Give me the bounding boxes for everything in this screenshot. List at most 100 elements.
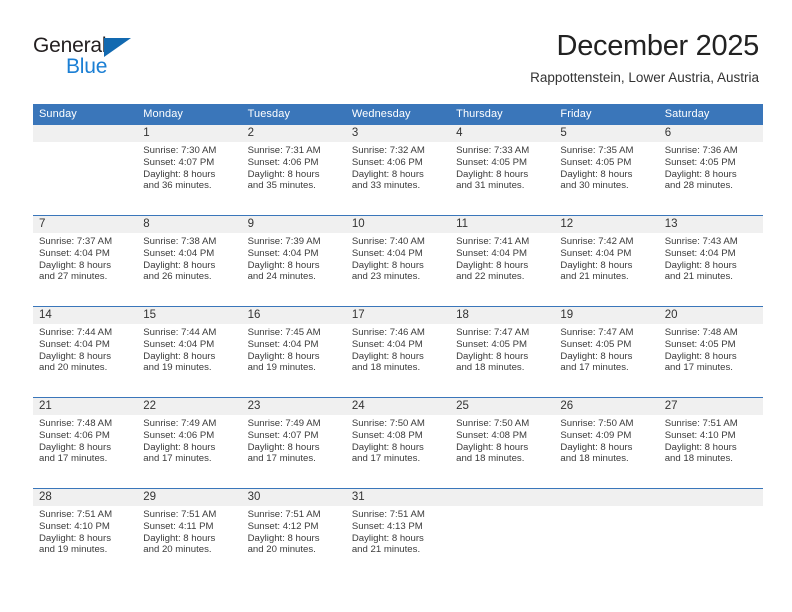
calendar-body: 1 Sunrise: 7:30 AM Sunset: 4:07 PM Daylight…	[33, 125, 763, 579]
calendar-day-cell[interactable]: 16 Sunrise: 7:45 AM Sunset: 4:04 PM Dayligh…	[241, 306, 346, 398]
calendar-day-cell[interactable]: 23 Sunrise: 7:49 AM Sunset: 4:07 PM Dayligh…	[241, 397, 346, 489]
weekday-header-saturday: Saturday	[658, 104, 763, 125]
weekday-header-sunday: Sunday	[33, 104, 138, 125]
day-details: Sunrise: 7:42 AM Sunset: 4:04 PM Daylight:…	[554, 233, 658, 283]
day-number: 6	[658, 125, 763, 142]
daylight-text-line2: and 28 minutes.	[664, 180, 733, 192]
day-details: Sunrise: 7:33 AM Sunset: 4:05 PM Daylight:…	[450, 142, 554, 192]
calendar-day-cell[interactable]: 4 Sunrise: 7:33 AM Sunset: 4:05 PM Daylight…	[450, 125, 555, 216]
day-number: 30	[241, 489, 346, 506]
sunset-text: Sunset: 4:04 PM	[560, 247, 632, 259]
day-cell-inner: 24 Sunrise: 7:50 AM Sunset: 4:08 PM Dayligh…	[345, 398, 451, 488]
calendar-header-row: Sunday Monday Tuesday Wednesday Thursday…	[33, 104, 763, 125]
day-cell-inner: 9 Sunrise: 7:39 AM Sunset: 4:04 PM Daylight…	[241, 216, 346, 306]
calendar-day-cell[interactable]: 24 Sunrise: 7:50 AM Sunset: 4:08 PM Dayligh…	[345, 397, 451, 489]
day-number: 12	[554, 216, 659, 233]
calendar-day-cell[interactable]: 10 Sunrise: 7:40 AM Sunset: 4:04 PM Dayligh…	[345, 215, 451, 307]
daylight-text-line2: and 35 minutes.	[247, 180, 316, 192]
day-number: 24	[345, 398, 451, 415]
calendar-day-cell[interactable]: 5 Sunrise: 7:35 AM Sunset: 4:05 PM Daylight…	[554, 125, 659, 216]
calendar-day-cell[interactable]: 15 Sunrise: 7:44 AM Sunset: 4:04 PM Dayligh…	[137, 306, 242, 398]
sunrise-text: Sunrise: 7:43 AM	[664, 236, 738, 247]
calendar-day-cell[interactable]: 8 Sunrise: 7:38 AM Sunset: 4:04 PM Daylight…	[137, 215, 242, 307]
day-cell-inner: 11 Sunrise: 7:41 AM Sunset: 4:04 PM Dayligh…	[450, 216, 555, 306]
sunrise-text: Sunrise: 7:42 AM	[560, 236, 634, 247]
calendar-day-cell[interactable]: 21 Sunrise: 7:48 AM Sunset: 4:06 PM Dayligh…	[33, 397, 138, 489]
calendar-day-cell[interactable]: 29 Sunrise: 7:51 AM Sunset: 4:11 PM Dayligh…	[137, 488, 242, 579]
calendar-day-cell[interactable]: 26 Sunrise: 7:50 AM Sunset: 4:09 PM Dayligh…	[554, 397, 659, 489]
sunset-text: Sunset: 4:04 PM	[39, 247, 110, 259]
calendar-day-cell[interactable]: 22 Sunrise: 7:49 AM Sunset: 4:06 PM Dayligh…	[137, 397, 242, 489]
calendar-day-cell[interactable]: 6 Sunrise: 7:36 AM Sunset: 4:05 PM Daylight…	[658, 125, 763, 216]
calendar-day-cell[interactable]: 20 Sunrise: 7:48 AM Sunset: 4:05 PM Dayligh…	[658, 306, 763, 398]
calendar-day-cell[interactable]: 12 Sunrise: 7:42 AM Sunset: 4:04 PM Dayligh…	[554, 215, 659, 307]
calendar-day-cell[interactable]: 14 Sunrise: 7:44 AM Sunset: 4:04 PM Dayligh…	[33, 306, 138, 398]
calendar-day-cell[interactable]: 28 Sunrise: 7:51 AM Sunset: 4:10 PM Dayligh…	[33, 488, 138, 579]
day-cell-inner: 2 Sunrise: 7:31 AM Sunset: 4:06 PM Daylight…	[241, 125, 346, 215]
daylight-text-line1: Daylight: 8 hours	[664, 350, 737, 362]
calendar-cell-empty	[33, 125, 138, 216]
sunrise-text: Sunrise: 7:48 AM	[39, 418, 113, 429]
day-cell-inner: 20 Sunrise: 7:48 AM Sunset: 4:05 PM Dayligh…	[658, 307, 763, 397]
daylight-text-line2: and 19 minutes.	[39, 544, 108, 556]
sunset-text: Sunset: 4:04 PM	[351, 338, 423, 350]
sunrise-text: Sunrise: 7:49 AM	[143, 418, 217, 429]
day-cell-inner: 16 Sunrise: 7:45 AM Sunset: 4:04 PM Dayligh…	[241, 307, 346, 397]
daylight-text-line1: Daylight: 8 hours	[560, 168, 633, 180]
calendar-week-row: 21 Sunrise: 7:48 AM Sunset: 4:06 PM Dayligh…	[33, 397, 763, 489]
day-cell-inner: 25 Sunrise: 7:50 AM Sunset: 4:08 PM Dayligh…	[450, 398, 555, 488]
day-details: Sunrise: 7:51 AM Sunset: 4:10 PM Daylight:…	[33, 506, 137, 556]
day-cell-inner	[33, 125, 138, 215]
calendar-day-cell[interactable]: 1 Sunrise: 7:30 AM Sunset: 4:07 PM Daylight…	[137, 125, 242, 216]
day-number: 26	[554, 398, 659, 415]
calendar-day-cell[interactable]: 13 Sunrise: 7:43 AM Sunset: 4:04 PM Dayligh…	[658, 215, 763, 307]
calendar-cell-empty	[554, 488, 659, 579]
day-details: Sunrise: 7:47 AM Sunset: 4:05 PM Daylight:…	[554, 324, 658, 374]
daylight-text-line1: Daylight: 8 hours	[560, 259, 633, 271]
calendar-day-cell[interactable]: 25 Sunrise: 7:50 AM Sunset: 4:08 PM Dayligh…	[450, 397, 555, 489]
daylight-text-line1: Daylight: 8 hours	[351, 259, 424, 271]
calendar-week-row: 7 Sunrise: 7:37 AM Sunset: 4:04 PM Daylight…	[33, 215, 763, 307]
day-details: Sunrise: 7:49 AM Sunset: 4:07 PM Daylight:…	[242, 415, 346, 465]
sunrise-text: Sunrise: 7:41 AM	[456, 236, 530, 247]
calendar-day-cell[interactable]: 19 Sunrise: 7:47 AM Sunset: 4:05 PM Dayligh…	[554, 306, 659, 398]
calendar-day-cell[interactable]: 27 Sunrise: 7:51 AM Sunset: 4:10 PM Dayligh…	[658, 397, 763, 489]
calendar-day-cell[interactable]: 9 Sunrise: 7:39 AM Sunset: 4:04 PM Daylight…	[241, 215, 346, 307]
sunrise-text: Sunrise: 7:38 AM	[143, 236, 217, 247]
calendar-cell-empty	[450, 488, 555, 579]
day-cell-inner: 28 Sunrise: 7:51 AM Sunset: 4:10 PM Dayligh…	[33, 489, 138, 579]
day-number	[450, 489, 555, 506]
daylight-text-line1: Daylight: 8 hours	[456, 259, 529, 271]
calendar-day-cell[interactable]: 17 Sunrise: 7:46 AM Sunset: 4:04 PM Dayligh…	[345, 306, 451, 398]
sunset-text: Sunset: 4:05 PM	[456, 156, 528, 168]
sunset-text: Sunset: 4:07 PM	[247, 429, 319, 441]
day-number: 10	[345, 216, 451, 233]
sunset-text: Sunset: 4:04 PM	[247, 338, 319, 350]
sunrise-text: Sunrise: 7:49 AM	[247, 418, 321, 429]
sunset-text: Sunset: 4:06 PM	[351, 156, 423, 168]
day-number	[33, 125, 138, 142]
calendar-day-cell[interactable]: 11 Sunrise: 7:41 AM Sunset: 4:04 PM Dayligh…	[450, 215, 555, 307]
day-details: Sunrise: 7:48 AM Sunset: 4:06 PM Daylight:…	[33, 415, 137, 465]
calendar-day-cell[interactable]: 31 Sunrise: 7:51 AM Sunset: 4:13 PM Dayligh…	[345, 488, 451, 579]
calendar-day-cell[interactable]: 3 Sunrise: 7:32 AM Sunset: 4:06 PM Daylight…	[345, 125, 451, 216]
day-number: 13	[658, 216, 763, 233]
daylight-text-line1: Daylight: 8 hours	[351, 441, 424, 453]
sunset-text: Sunset: 4:10 PM	[39, 520, 110, 532]
calendar-day-cell[interactable]: 2 Sunrise: 7:31 AM Sunset: 4:06 PM Daylight…	[241, 125, 346, 216]
sunrise-text: Sunrise: 7:47 AM	[456, 327, 530, 338]
calendar-day-cell[interactable]: 30 Sunrise: 7:51 AM Sunset: 4:12 PM Dayligh…	[241, 488, 346, 579]
day-cell-inner: 7 Sunrise: 7:37 AM Sunset: 4:04 PM Daylight…	[33, 216, 138, 306]
calendar-day-cell[interactable]: 7 Sunrise: 7:37 AM Sunset: 4:04 PM Daylight…	[33, 215, 138, 307]
daylight-text-line2: and 20 minutes.	[143, 544, 212, 556]
calendar-day-cell[interactable]: 18 Sunrise: 7:47 AM Sunset: 4:05 PM Dayligh…	[450, 306, 555, 398]
day-cell-inner: 14 Sunrise: 7:44 AM Sunset: 4:04 PM Dayligh…	[33, 307, 138, 397]
day-number: 31	[345, 489, 451, 506]
day-number: 22	[137, 398, 242, 415]
day-number	[658, 489, 763, 506]
day-details: Sunrise: 7:48 AM Sunset: 4:05 PM Daylight:…	[659, 324, 763, 374]
sunrise-text: Sunrise: 7:30 AM	[143, 145, 217, 156]
day-details: Sunrise: 7:35 AM Sunset: 4:05 PM Daylight:…	[554, 142, 658, 192]
general-blue-logo[interactable]: General Blue	[33, 33, 223, 83]
daylight-text-line1: Daylight: 8 hours	[143, 259, 216, 271]
